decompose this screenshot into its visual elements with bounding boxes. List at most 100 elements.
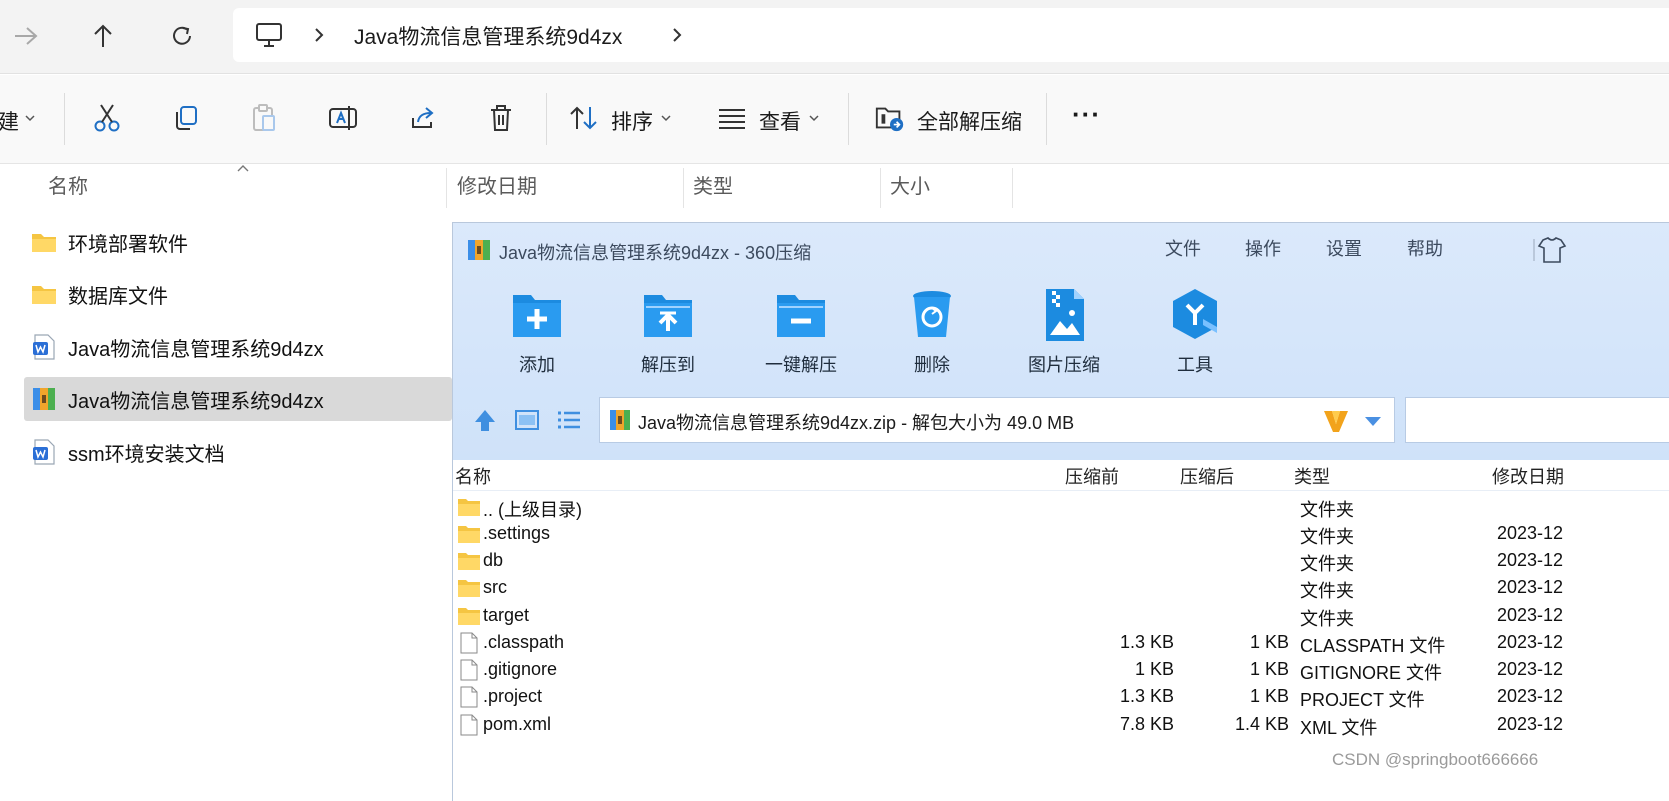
zip-col-modified[interactable]: 修改日期 (1492, 463, 1564, 491)
breadcrumb-current[interactable]: Java物流信息管理系统9d4zx (354, 21, 622, 51)
zip-path-bar[interactable]: Java物流信息管理系统9d4zx.zip - 解包大小为 49.0 MB (599, 397, 1395, 443)
zip-col-before[interactable]: 压缩前 (1065, 463, 1119, 491)
zip-row-type: 文件夹 (1300, 554, 1354, 574)
one-click-extract-icon (777, 295, 825, 337)
file-name: Java物流信息管理系统9d4zx (68, 390, 324, 413)
extract-to-icon (644, 295, 692, 337)
extract-all-icon-wrap[interactable] (874, 102, 906, 134)
zip-menu-settings[interactable]: 设置 (1326, 235, 1362, 261)
rename-button[interactable] (327, 102, 359, 134)
add-folder-icon (513, 295, 561, 337)
tools-icon (1173, 289, 1217, 339)
file-row-java-doc[interactable]: Java物流信息管理系统9d4zx (24, 325, 452, 369)
zip-up-level-icon[interactable] (471, 406, 499, 434)
copy-button[interactable] (170, 102, 202, 134)
column-header-type[interactable]: 类型 (693, 165, 733, 209)
sort-icon (570, 106, 597, 130)
zip-row[interactable]: .classpath 1.3 KB 1 KB CLASSPATH 文件 2023… (453, 630, 1669, 657)
image-compress-icon (1046, 289, 1084, 341)
zip-tool-one-click-extract[interactable]: 一键解压 (741, 285, 861, 377)
zip-app-logo-icon (468, 240, 490, 260)
sort-ascending-icon (237, 165, 249, 172)
zip-menu-help[interactable]: 帮助 (1407, 235, 1443, 261)
file-icon (460, 659, 478, 681)
share-button[interactable] (407, 102, 439, 134)
zip-row[interactable]: .. (上级目录) 文件夹 (453, 494, 1669, 521)
zip-row[interactable]: target 文件夹 2023-12 (453, 603, 1669, 630)
zip-row-name: .gitignore (483, 659, 558, 679)
zip-row[interactable]: .gitignore 1 KB 1 KB GITIGNORE 文件 2023-1… (453, 657, 1669, 684)
delete-button[interactable] (485, 102, 517, 134)
zip-tool-label: 一键解压 (765, 355, 837, 375)
folder-icon (32, 234, 56, 252)
more-options-button[interactable]: ··· (1072, 99, 1101, 130)
computer-icon (256, 23, 282, 47)
file-row-env-software[interactable]: 环境部署软件 (24, 220, 452, 264)
folder-icon (32, 286, 56, 304)
view-button[interactable]: 查看 (759, 106, 801, 136)
chevron-down-icon[interactable] (1364, 415, 1382, 427)
zip-menu-file[interactable]: 文件 (1165, 235, 1201, 261)
forward-button[interactable] (8, 18, 44, 54)
v-brand-icon[interactable] (1322, 408, 1350, 434)
zip-row-type: CLASSPATH 文件 (1300, 636, 1446, 656)
up-button[interactable] (85, 18, 121, 54)
file-row-database[interactable]: 数据库文件 (24, 272, 452, 316)
chevron-down-icon[interactable] (808, 113, 820, 123)
zip-row-type: GITIGNORE 文件 (1300, 663, 1443, 683)
divider (1046, 93, 1047, 145)
file-name: 环境部署软件 (68, 233, 188, 256)
zip-tool-tools[interactable]: 工具 (1135, 285, 1255, 377)
paste-button[interactable] (248, 102, 280, 134)
zip-thumbnail-view-icon[interactable] (513, 406, 541, 434)
zip-tool-add[interactable]: 添加 (477, 285, 597, 377)
zip-menu-operate[interactable]: 操作 (1245, 235, 1281, 261)
divider (1012, 168, 1013, 208)
zip-row[interactable]: src 文件夹 2023-12 (453, 575, 1669, 602)
zip-row-after: 1 KB (1249, 659, 1289, 679)
refresh-button[interactable] (164, 18, 200, 54)
rename-icon (329, 106, 357, 130)
trash-icon (491, 105, 511, 131)
zip-row[interactable]: db 文件夹 2023-12 (453, 548, 1669, 575)
refresh-icon (173, 26, 191, 45)
column-header-name[interactable]: 名称 (48, 165, 88, 209)
zip-list-view-icon[interactable] (555, 406, 583, 434)
zip-tool-image-compress[interactable]: 图片压缩 (1004, 285, 1124, 377)
zip-search-input[interactable] (1405, 397, 1669, 443)
zip-col-name[interactable]: 名称 (455, 463, 491, 491)
chevron-right-icon (315, 28, 324, 42)
divider (683, 168, 684, 208)
divider (546, 93, 547, 145)
skin-shirt-icon[interactable] (1533, 235, 1567, 265)
divider (64, 93, 65, 145)
zip-tool-extract-to[interactable]: 解压到 (608, 285, 728, 377)
column-header-size[interactable]: 大小 (890, 165, 930, 209)
file-row-java-zip[interactable]: Java物流信息管理系统9d4zx (24, 377, 452, 421)
column-header-modified[interactable]: 修改日期 (457, 165, 537, 209)
zip-col-type[interactable]: 类型 (1294, 463, 1330, 491)
zip-row-date: 2023-12 (1497, 659, 1564, 679)
zip-row[interactable]: pom.xml 7.8 KB 1.4 KB XML 文件 2023-12 (453, 712, 1669, 739)
chevron-right-icon[interactable] (667, 24, 687, 46)
chevron-down-icon[interactable] (660, 113, 672, 123)
cut-button[interactable] (91, 102, 123, 134)
file-icon (460, 686, 478, 708)
zip-row-name: .classpath (483, 632, 565, 652)
file-row-ssm-doc[interactable]: ssm环境安装文档 (24, 430, 452, 474)
csdn-watermark: CSDN @springboot666666 (1332, 750, 1539, 769)
sort-button[interactable]: 排序 (611, 106, 653, 136)
extract-all-button[interactable]: 全部解压缩 (917, 106, 1022, 136)
delete-icon (913, 291, 951, 337)
zip-tool-delete[interactable]: 删除 (872, 285, 992, 377)
sort-icon-wrap[interactable] (568, 102, 600, 134)
address-bar[interactable]: Java物流信息管理系统9d4zx (233, 8, 1669, 62)
view-icon-wrap[interactable] (716, 102, 748, 134)
chevron-down-icon[interactable] (24, 113, 36, 123)
zip-row[interactable]: .project 1.3 KB 1 KB PROJECT 文件 2023-12 (453, 684, 1669, 711)
zip-row-after: 1 KB (1249, 686, 1289, 706)
zip-row[interactable]: .settings 文件夹 2023-12 (453, 521, 1669, 548)
divider (446, 168, 447, 208)
zip-col-after[interactable]: 压缩后 (1180, 463, 1234, 491)
new-button-label[interactable]: 建 (0, 106, 19, 136)
